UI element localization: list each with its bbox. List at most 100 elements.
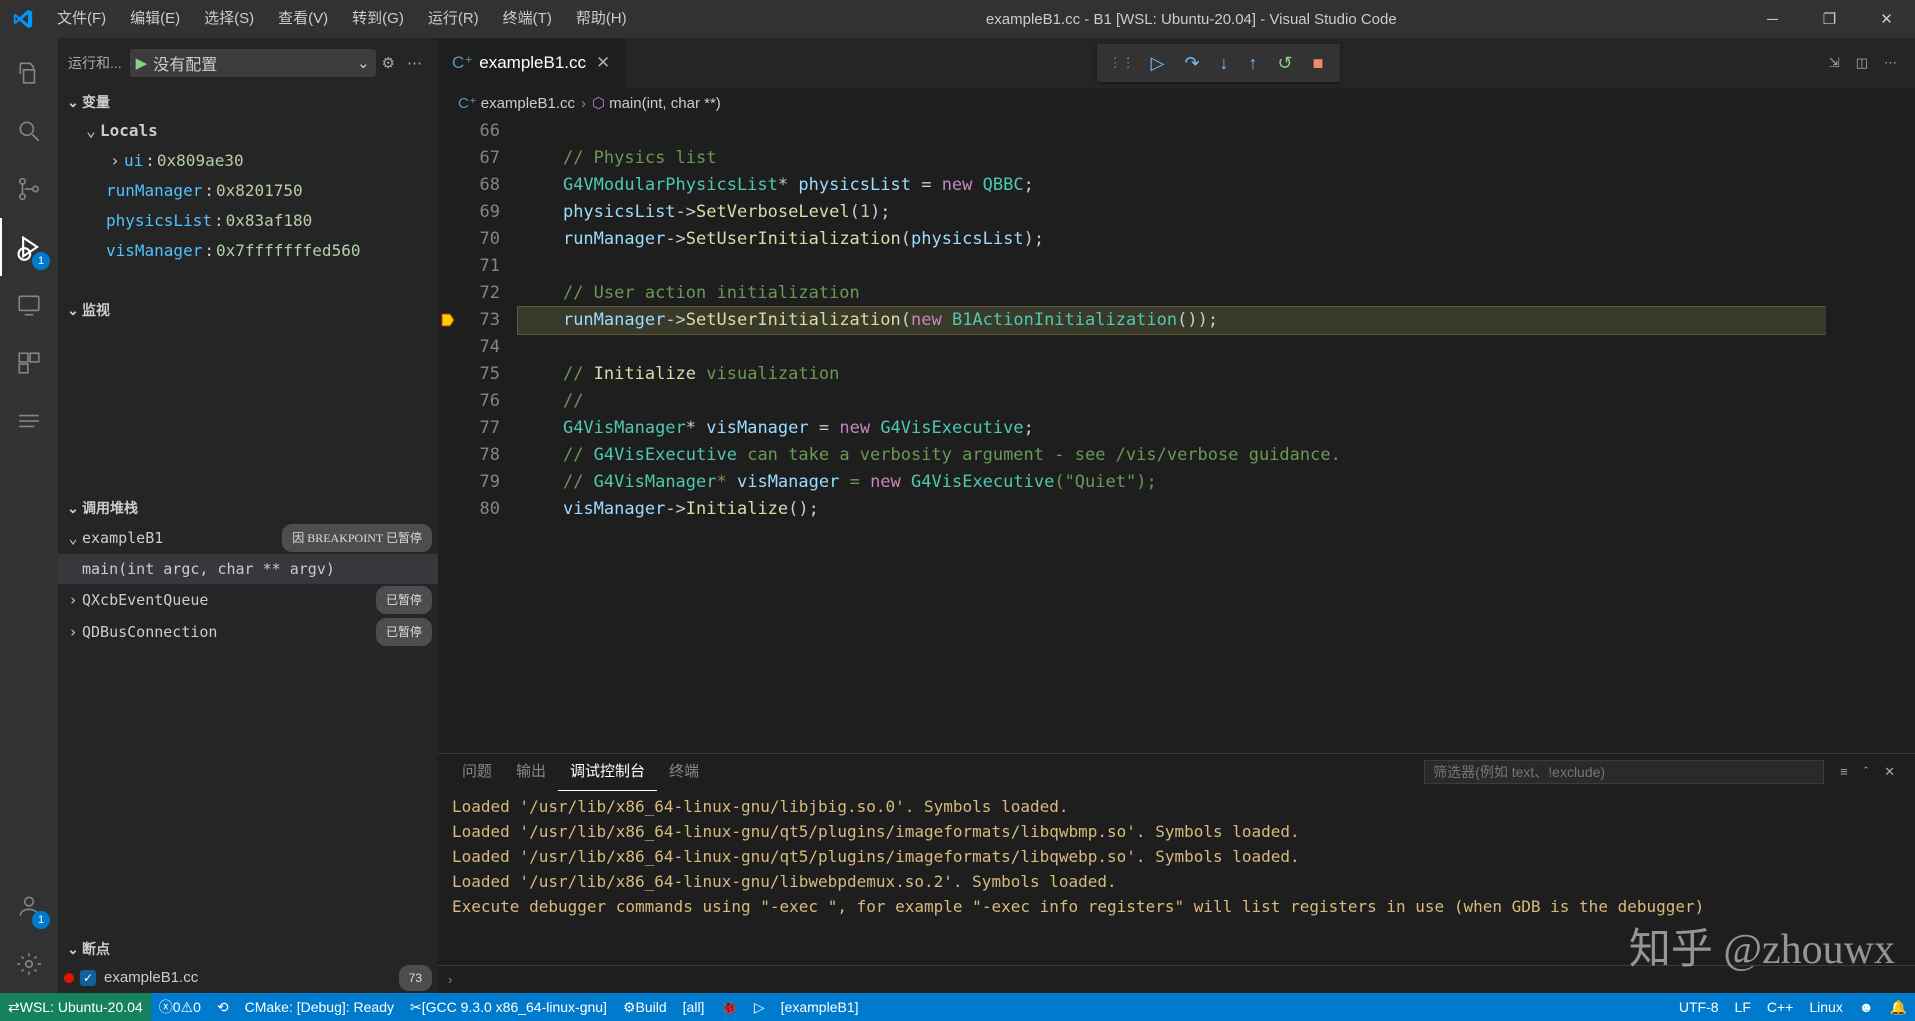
continue-button[interactable]: ▷ xyxy=(1141,53,1175,74)
debug-config-name: 没有配置 xyxy=(147,51,357,75)
debug-target[interactable]: [exampleB1] xyxy=(773,999,867,1015)
locals-scope[interactable]: ⌄ Locals xyxy=(58,116,438,146)
menu-go[interactable]: 转到(G) xyxy=(340,0,416,38)
remote-icon: ⇄ xyxy=(8,999,20,1016)
panel-settings-icon[interactable]: ≡ xyxy=(1832,764,1856,780)
step-over-button[interactable]: ↷ xyxy=(1174,53,1209,74)
variable-row[interactable]: physicsList: 0x83af180 xyxy=(58,206,438,236)
gear-icon[interactable]: ⚙ xyxy=(376,54,401,72)
callstack-thread[interactable]: ⌄ exampleB1 因 BREAKPOINT 已暂停 xyxy=(58,522,438,554)
watch-section-header[interactable]: ⌄ 监视 xyxy=(58,296,438,324)
run-launch-icon[interactable]: ▷ xyxy=(746,999,773,1016)
chevron-down-icon: ⌄ xyxy=(64,941,82,958)
source-control-icon[interactable] xyxy=(0,160,58,218)
debug-console-tab[interactable]: 调试控制台 xyxy=(558,754,657,791)
extensions-icon[interactable] xyxy=(0,334,58,392)
cmake-status[interactable]: CMake: [Debug]: Ready xyxy=(237,999,402,1015)
panel-maximize-icon[interactable]: ˆ xyxy=(1856,764,1876,780)
close-button[interactable]: ✕ xyxy=(1858,0,1915,38)
os[interactable]: Linux xyxy=(1801,999,1850,1015)
open-changes-icon[interactable]: ⇲ xyxy=(1821,55,1848,71)
variable-row[interactable]: runManager: 0x8201750 xyxy=(58,176,438,206)
cmake-icon[interactable] xyxy=(0,392,58,450)
breakpoint-checkbox[interactable]: ✓ xyxy=(80,970,96,986)
search-icon[interactable] xyxy=(0,102,58,160)
editor-tab[interactable]: C⁺ exampleB1.cc ✕ xyxy=(438,38,625,88)
code-editor[interactable]: // Physics list G4VModularPhysicsList* p… xyxy=(518,118,1825,753)
run-debug-icon[interactable]: 1 xyxy=(0,218,58,276)
build-target[interactable]: [all] xyxy=(675,999,713,1015)
step-into-button[interactable]: ↓ xyxy=(1210,53,1239,74)
panel-close-icon[interactable]: ✕ xyxy=(1876,764,1903,780)
menu-select[interactable]: 选择(S) xyxy=(192,0,266,38)
minimize-button[interactable]: ─ xyxy=(1744,0,1801,38)
menu-edit[interactable]: 编辑(E) xyxy=(118,0,192,38)
menu-bar: 文件(F) 编辑(E) 选择(S) 查看(V) 转到(G) 运行(R) 终端(T… xyxy=(45,0,639,38)
remote-explorer-icon[interactable] xyxy=(0,276,58,334)
more-icon[interactable]: ⋯ xyxy=(401,54,428,72)
more-actions-icon[interactable]: ⋯ xyxy=(1876,55,1905,71)
language-mode[interactable]: C++ xyxy=(1759,999,1801,1015)
menu-run[interactable]: 运行(R) xyxy=(416,0,491,38)
stop-button[interactable]: ■ xyxy=(1303,53,1334,74)
callstack-section-header[interactable]: ⌄ 调用堆栈 xyxy=(58,494,438,522)
line-badge: 73 xyxy=(399,965,432,991)
chevron-down-icon: ⌄ xyxy=(64,94,82,111)
build-button[interactable]: ⚙ Build xyxy=(615,999,675,1016)
output-tab[interactable]: 输出 xyxy=(504,754,558,790)
window-title: exampleB1.cc - B1 [WSL: Ubuntu-20.04] - … xyxy=(639,11,1744,28)
chevron-right-icon: › xyxy=(106,148,124,174)
remote-indicator[interactable]: ⇄ WSL: Ubuntu-20.04 xyxy=(0,993,151,1021)
menu-help[interactable]: 帮助(H) xyxy=(564,0,639,38)
debug-side-panel: 运行和... ▶ 没有配置 ⌄ ⚙ ⋯ ⌄ 变量 ⌄ Locals › ui: … xyxy=(58,38,438,993)
callstack-thread[interactable]: › QXcbEventQueue 已暂停 xyxy=(58,584,438,616)
debug-config-selector[interactable]: ▶ 没有配置 ⌄ xyxy=(130,49,376,77)
menu-file[interactable]: 文件(F) xyxy=(45,0,118,38)
run-and-debug-label: 运行和... xyxy=(68,53,130,73)
problems-tab[interactable]: 问题 xyxy=(450,754,504,790)
current-breakpoint-icon xyxy=(440,312,456,328)
breakpoint-row[interactable]: ✓ exampleB1.cc 73 xyxy=(58,963,438,993)
callstack-thread[interactable]: › QDBusConnection 已暂停 xyxy=(58,616,438,648)
chevron-right-icon: › xyxy=(64,587,82,613)
debug-launch-icon[interactable]: 🐞 xyxy=(712,999,745,1016)
encoding[interactable]: UTF-8 xyxy=(1671,999,1727,1015)
live-share-icon[interactable]: ⟲ xyxy=(209,999,237,1016)
menu-view[interactable]: 查看(V) xyxy=(266,0,340,38)
variable-row[interactable]: visManager: 0x7fffffffed560 xyxy=(58,236,438,266)
chevron-down-icon[interactable]: ⌄ xyxy=(357,54,370,72)
debug-toolbar[interactable]: ⋮⋮ ▷ ↷ ↓ ↑ ↺ ■ xyxy=(1097,44,1340,82)
step-out-button[interactable]: ↑ xyxy=(1239,53,1268,74)
minimap[interactable] xyxy=(1825,118,1915,753)
cpp-file-icon: C⁺ xyxy=(452,53,479,73)
variable-row[interactable]: › ui: 0x809ae30 xyxy=(58,146,438,176)
kit-status[interactable]: ✂ [GCC 9.3.0 x86_64-linux-gnu] xyxy=(402,999,615,1016)
editor-area: C⁺ exampleB1.cc ✕ ⋮⋮ ▷ ↷ ↓ ↑ ↺ ■ ⇲ ◫ ⋯ xyxy=(438,38,1915,993)
callstack-frame[interactable]: main(int argc, char ** argv) xyxy=(58,554,438,584)
close-tab-icon[interactable]: ✕ xyxy=(586,53,610,73)
feedback-icon[interactable]: ☻ xyxy=(1851,999,1882,1015)
chevron-right-icon: › xyxy=(64,619,82,645)
restart-button[interactable]: ↺ xyxy=(1268,53,1303,74)
menu-terminal[interactable]: 终端(T) xyxy=(491,0,564,38)
breakpoints-section-header[interactable]: ⌄ 断点 xyxy=(58,935,438,963)
panel-filter-input[interactable] xyxy=(1424,760,1824,784)
account-badge: 1 xyxy=(32,911,50,929)
start-debug-icon[interactable]: ▶ xyxy=(136,54,148,72)
grip-icon[interactable]: ⋮⋮ xyxy=(1103,55,1141,71)
eol[interactable]: LF xyxy=(1727,999,1759,1015)
account-icon[interactable]: 1 xyxy=(0,877,58,935)
split-editor-icon[interactable]: ◫ xyxy=(1848,55,1876,71)
terminal-tab[interactable]: 终端 xyxy=(657,754,711,790)
settings-gear-icon[interactable] xyxy=(0,935,58,993)
title-bar: 文件(F) 编辑(E) 选择(S) 查看(V) 转到(G) 运行(R) 终端(T… xyxy=(0,0,1915,38)
variables-section-header[interactable]: ⌄ 变量 xyxy=(58,88,438,116)
notifications-icon[interactable]: 🔔 xyxy=(1882,999,1915,1016)
glyph-margin[interactable] xyxy=(438,118,458,753)
breadcrumb[interactable]: C⁺ exampleB1.cc › ⬡ main(int, char **) xyxy=(438,88,1915,118)
errors-warnings[interactable]: ⓧ 0 ⚠ 0 xyxy=(151,997,209,1017)
maximize-button[interactable]: ❐ xyxy=(1801,0,1858,38)
symbol-icon: ⬡ xyxy=(592,94,609,112)
activity-bar: 1 1 xyxy=(0,38,58,993)
explorer-icon[interactable] xyxy=(0,44,58,102)
